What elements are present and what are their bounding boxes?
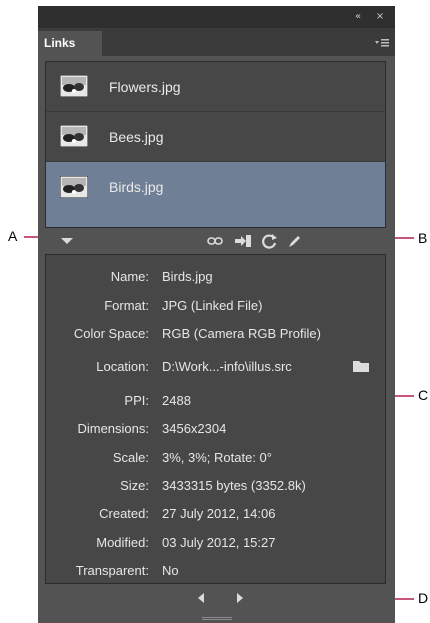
info-value: No	[162, 563, 179, 578]
info-value: 3%, 3%; Rotate: 0°	[162, 450, 272, 465]
panel-menu-icon[interactable]	[375, 37, 389, 49]
close-panel-icon[interactable]: ×	[371, 9, 389, 25]
list-item[interactable]: Flowers.jpg	[46, 62, 385, 112]
relink-icon[interactable]	[206, 232, 224, 250]
link-filename: Birds.jpg	[109, 179, 164, 195]
info-label: Format:	[104, 298, 149, 313]
links-toolbar	[38, 228, 395, 254]
info-label: Location:	[96, 359, 149, 374]
info-label: Dimensions:	[77, 421, 149, 436]
info-label: Color Space:	[73, 326, 149, 341]
info-value: 27 July 2012, 14:06	[162, 506, 276, 521]
info-label: Size:	[120, 478, 149, 493]
panel-tab-row: Links	[38, 28, 395, 56]
info-label: PPI:	[124, 393, 149, 408]
info-label: Transparent:	[75, 563, 149, 578]
info-value: D:\Work...-info\illus.src	[162, 359, 292, 374]
panel-titlebar: « ×	[38, 6, 395, 28]
tab-links[interactable]: Links	[38, 31, 102, 56]
callout-d-label: D	[418, 590, 429, 606]
image-thumbnail-icon	[60, 125, 88, 147]
link-filename: Bees.jpg	[109, 129, 164, 145]
info-label: Created:	[99, 506, 149, 521]
link-info-section: Name: Birds.jpg Format: JPG (Linked File…	[45, 254, 386, 584]
go-to-link-icon[interactable]	[234, 232, 252, 250]
list-item[interactable]: Bees.jpg	[46, 112, 385, 162]
info-value: 3456x2304	[162, 421, 227, 436]
info-label: Scale:	[112, 450, 149, 465]
update-link-icon[interactable]	[260, 232, 278, 250]
show-info-triangle-icon[interactable]	[58, 232, 76, 250]
info-label: Name:	[110, 269, 149, 284]
collapse-panel-icon[interactable]: «	[349, 9, 367, 25]
info-value: 2488	[162, 393, 191, 408]
edit-original-icon[interactable]	[285, 232, 303, 250]
list-item-selected[interactable]: Birds.jpg	[46, 162, 385, 227]
next-link-icon[interactable]	[234, 591, 246, 605]
info-value: 03 July 2012, 15:27	[162, 535, 276, 550]
callout-c-label: C	[418, 387, 429, 403]
info-value: Birds.jpg	[162, 269, 213, 284]
info-value: 3433315 bytes (3352.8k)	[162, 478, 306, 493]
callout-a-label: A	[8, 228, 18, 244]
links-list: Flowers.jpg Bees.jpg Birds.jpg	[45, 61, 386, 228]
info-value: RGB (Camera RGB Profile)	[162, 326, 321, 341]
link-filename: Flowers.jpg	[109, 79, 181, 95]
image-thumbnail-icon	[60, 176, 88, 198]
info-value: JPG (Linked File)	[162, 298, 263, 313]
folder-icon[interactable]	[352, 359, 370, 373]
callout-b-label: B	[418, 230, 428, 246]
previous-link-icon[interactable]	[195, 591, 207, 605]
info-label: Modified:	[96, 535, 149, 550]
image-thumbnail-icon	[60, 75, 88, 97]
resize-grip-icon[interactable]	[202, 616, 232, 621]
links-panel: « × Links Flowers.jpg Bees.jpg Birds.jpg…	[38, 6, 395, 623]
